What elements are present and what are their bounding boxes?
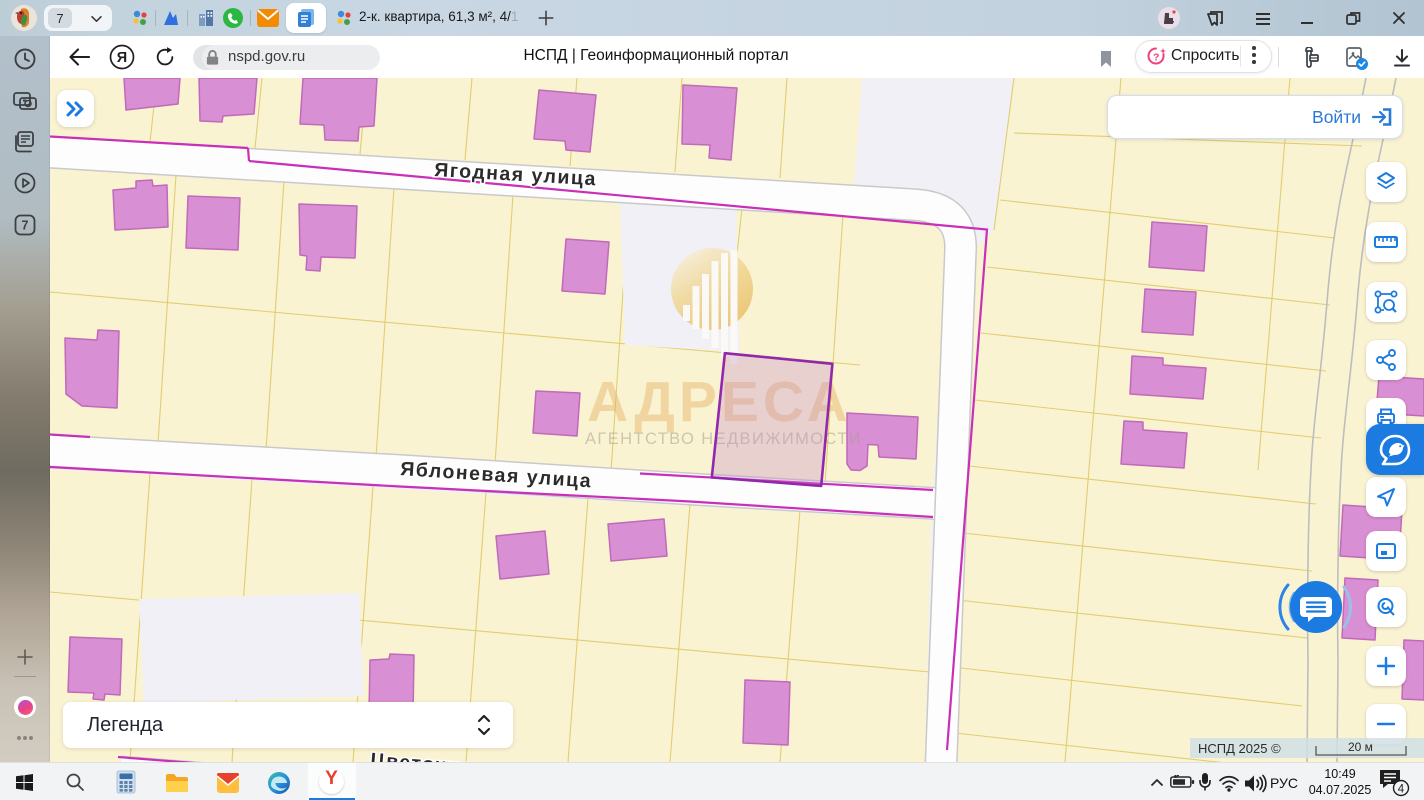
svg-text:7: 7 (22, 219, 29, 233)
svg-text:4: 4 (1398, 783, 1405, 795)
svg-text:Я: Я (117, 50, 127, 66)
svg-text:?: ? (1153, 52, 1159, 64)
